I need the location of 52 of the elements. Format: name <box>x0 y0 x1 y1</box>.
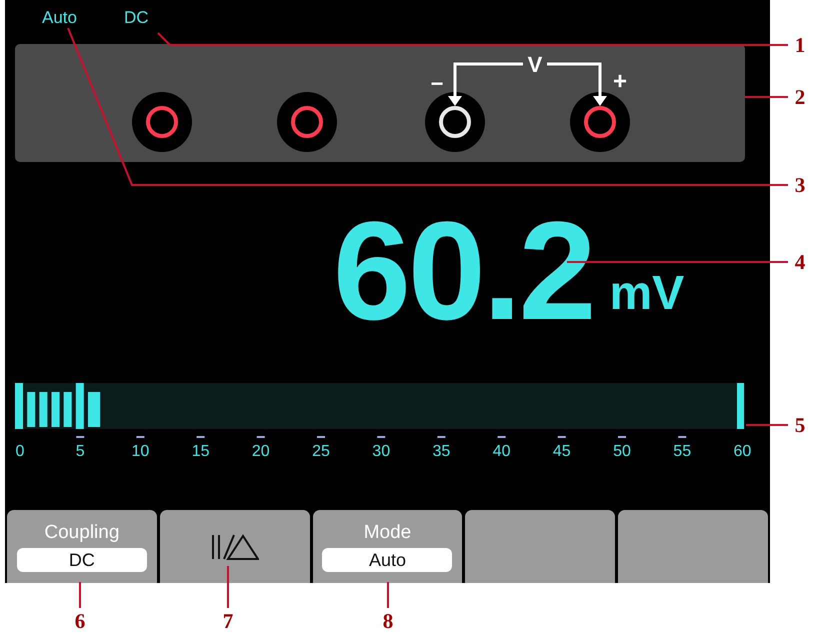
status-indicator: Auto <box>42 8 77 29</box>
leader-line <box>746 424 788 426</box>
reading-unit: mV <box>609 266 684 322</box>
scale-label: 35 <box>432 443 450 460</box>
scale-label: 50 <box>613 443 631 460</box>
leader-line <box>79 582 81 608</box>
reading-value: 60.2 <box>333 212 594 330</box>
callout-number: 7 <box>222 609 234 633</box>
scale-tick <box>196 436 205 438</box>
scale-tick <box>136 436 144 438</box>
softkey-value: Auto <box>322 548 452 572</box>
leader-line <box>227 566 229 608</box>
scale-tick <box>498 436 506 438</box>
range-end-marker <box>737 383 744 429</box>
softkey-title: Mode <box>364 522 412 544</box>
softkey[interactable] <box>160 510 310 583</box>
callout-number: 2 <box>794 85 806 109</box>
callout-number: 3 <box>794 173 806 197</box>
status-indicator: DC <box>124 8 149 29</box>
callout-number: 1 <box>794 33 806 57</box>
leader-line <box>387 582 389 608</box>
softkey-title: Coupling <box>44 522 120 544</box>
bars-triangle-icon <box>210 534 259 560</box>
scale-label: 55 <box>673 443 692 460</box>
scale-label: 30 <box>372 443 390 460</box>
scale-label: 10 <box>132 443 150 460</box>
callout-number: 8 <box>382 609 394 633</box>
callout-number: 4 <box>794 250 806 274</box>
scale-tick <box>437 436 446 438</box>
scale-label: 0 <box>16 443 24 460</box>
callout-number: 6 <box>74 609 86 633</box>
scale-label: 45 <box>552 443 571 460</box>
softkey[interactable]: Coupling DC <box>7 510 157 583</box>
scale-tick <box>76 436 84 438</box>
scale-label: 40 <box>492 443 510 460</box>
scale-label: 20 <box>252 443 270 460</box>
scale-tick <box>678 436 686 438</box>
softkey-value: DC <box>16 548 147 572</box>
voltage-label: V <box>528 52 542 77</box>
scale-tick <box>558 436 566 438</box>
scale-tick <box>618 436 626 438</box>
scale-label: 5 <box>76 443 85 460</box>
positive-label: + <box>613 68 627 95</box>
scale-label: 25 <box>312 443 330 460</box>
callout-number: 5 <box>794 413 806 437</box>
scale-label: 15 <box>192 443 210 460</box>
scale-tick <box>377 436 386 438</box>
scale-tick <box>256 436 265 438</box>
scale-tick <box>317 436 325 438</box>
scale-label: 60 <box>734 443 752 460</box>
negative-label: − <box>430 71 444 96</box>
softkey[interactable]: Mode Auto <box>312 510 462 583</box>
